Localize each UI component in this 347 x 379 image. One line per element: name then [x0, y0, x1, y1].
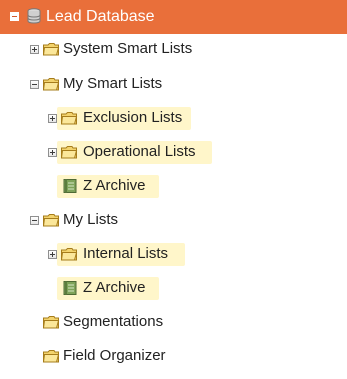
- tree-label: Z Archive: [83, 177, 146, 194]
- tree-label: Internal Lists: [83, 245, 169, 262]
- tree-label: System Smart Lists: [63, 40, 193, 57]
- database-icon: [27, 8, 41, 24]
- expand-icon[interactable]: [30, 45, 39, 54]
- archive-book-icon: [63, 179, 77, 193]
- lead-database-tree: Lead Database System Smart Lists My Smar…: [0, 0, 347, 379]
- folder-icon: [42, 43, 60, 56]
- collapse-icon[interactable]: [30, 80, 39, 89]
- collapse-icon[interactable]: [30, 216, 39, 225]
- tree-label: My Lists: [63, 211, 119, 228]
- expand-icon[interactable]: [48, 148, 57, 157]
- folder-icon: [60, 248, 78, 261]
- expand-icon[interactable]: [48, 114, 57, 123]
- tree-label: Lead Database: [46, 8, 155, 25]
- folder-icon: [60, 146, 78, 159]
- tree-label: Operational Lists: [83, 143, 196, 160]
- tree-item-system-smart-lists[interactable]: System Smart Lists: [0, 34, 347, 64]
- collapse-icon[interactable]: [10, 12, 19, 21]
- tree-label: Z Archive: [83, 279, 146, 296]
- tree-item-my-smart-lists[interactable]: My Smart Lists: [0, 69, 347, 99]
- tree-item-segmentations[interactable]: Segmentations: [0, 307, 347, 337]
- archive-book-icon: [63, 281, 77, 295]
- tree-root-lead-database[interactable]: Lead Database: [0, 0, 347, 34]
- folder-icon: [42, 316, 60, 329]
- tree-item-z-archive-lists[interactable]: Z Archive: [0, 273, 347, 303]
- folder-open-icon: [42, 78, 60, 91]
- tree-label: Exclusion Lists: [83, 109, 183, 126]
- expand-icon[interactable]: [48, 250, 57, 259]
- folder-icon: [42, 350, 60, 363]
- folder-open-icon: [42, 214, 60, 227]
- tree-item-my-lists[interactable]: My Lists: [0, 205, 347, 235]
- tree-item-operational-lists[interactable]: Operational Lists: [0, 137, 347, 167]
- folder-icon: [60, 112, 78, 125]
- tree-label: Field Organizer: [63, 347, 166, 364]
- tree-item-z-archive-smart[interactable]: Z Archive: [0, 171, 347, 201]
- tree-label: Segmentations: [63, 313, 164, 330]
- tree-item-internal-lists[interactable]: Internal Lists: [0, 239, 347, 269]
- tree-item-field-organizer[interactable]: Field Organizer: [0, 341, 347, 371]
- tree-item-exclusion-lists[interactable]: Exclusion Lists: [0, 103, 347, 133]
- tree-label: My Smart Lists: [63, 75, 163, 92]
